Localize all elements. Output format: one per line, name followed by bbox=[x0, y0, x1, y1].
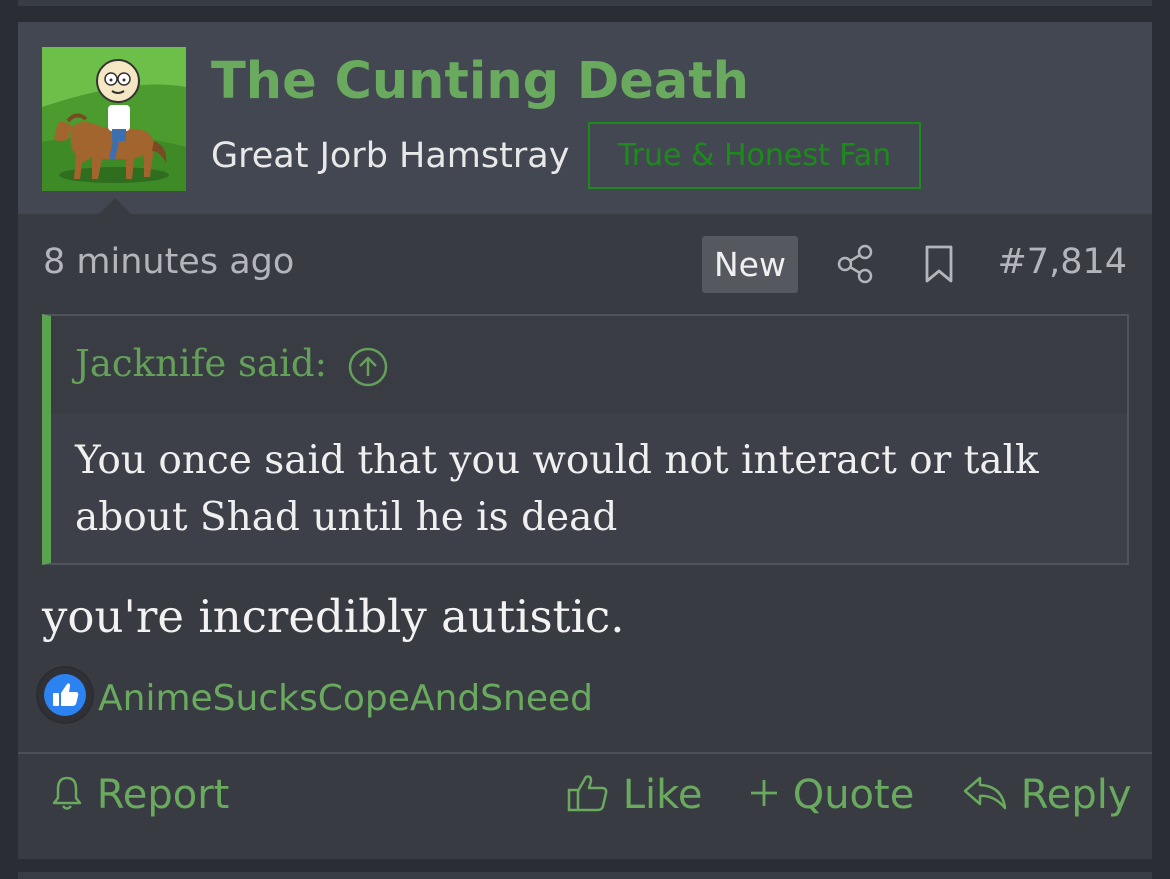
quote-block: Jacknife said: You once said that you wo… bbox=[42, 314, 1129, 565]
quote-text: You once said that you would not interac… bbox=[75, 438, 1039, 540]
quote-header: Jacknife said: bbox=[51, 316, 1127, 413]
user-banner: True & Honest Fan bbox=[588, 122, 921, 189]
bell-icon bbox=[52, 776, 82, 810]
bookmark-icon[interactable] bbox=[922, 244, 956, 284]
like-label: Like bbox=[622, 772, 703, 818]
next-post-edge bbox=[18, 872, 1152, 879]
reply-arrow-icon bbox=[963, 776, 1007, 810]
share-icon[interactable] bbox=[836, 244, 874, 284]
like-reaction-icon bbox=[38, 668, 92, 722]
report-button[interactable]: Report bbox=[50, 772, 229, 828]
header-pointer bbox=[98, 198, 132, 215]
post-username[interactable]: The Cunting Death bbox=[211, 52, 749, 111]
quote-label: Quote bbox=[792, 772, 915, 818]
footer-divider bbox=[18, 752, 1152, 754]
user-title: Great Jorb Hamstray bbox=[211, 136, 570, 176]
post-message: you're incredibly autistic. bbox=[42, 590, 625, 643]
reply-label: Reply bbox=[1020, 772, 1132, 818]
forum-post: The Cunting Death Great Jorb Hamstray Tr… bbox=[18, 22, 1152, 859]
quote-author[interactable]: Jacknife said: bbox=[75, 342, 327, 385]
post-user-header: The Cunting Death Great Jorb Hamstray Tr… bbox=[18, 22, 1152, 215]
post-number[interactable]: #7,814 bbox=[997, 242, 1127, 282]
report-label: Report bbox=[96, 772, 230, 818]
quote-button[interactable]: Quote bbox=[748, 772, 914, 828]
thumbs-up-icon bbox=[567, 775, 608, 812]
like-button[interactable]: Like bbox=[566, 772, 702, 828]
new-badge: New bbox=[702, 236, 798, 293]
post-timestamp[interactable]: 8 minutes ago bbox=[43, 242, 294, 282]
plus-icon bbox=[751, 780, 777, 806]
reaction-users[interactable]: AnimeSucksCopeAndSneed bbox=[98, 678, 593, 719]
reply-button[interactable]: Reply bbox=[962, 772, 1132, 828]
user-avatar[interactable] bbox=[42, 47, 186, 191]
arrow-up-circle-icon[interactable] bbox=[347, 346, 389, 388]
previous-post-edge bbox=[18, 0, 1152, 6]
